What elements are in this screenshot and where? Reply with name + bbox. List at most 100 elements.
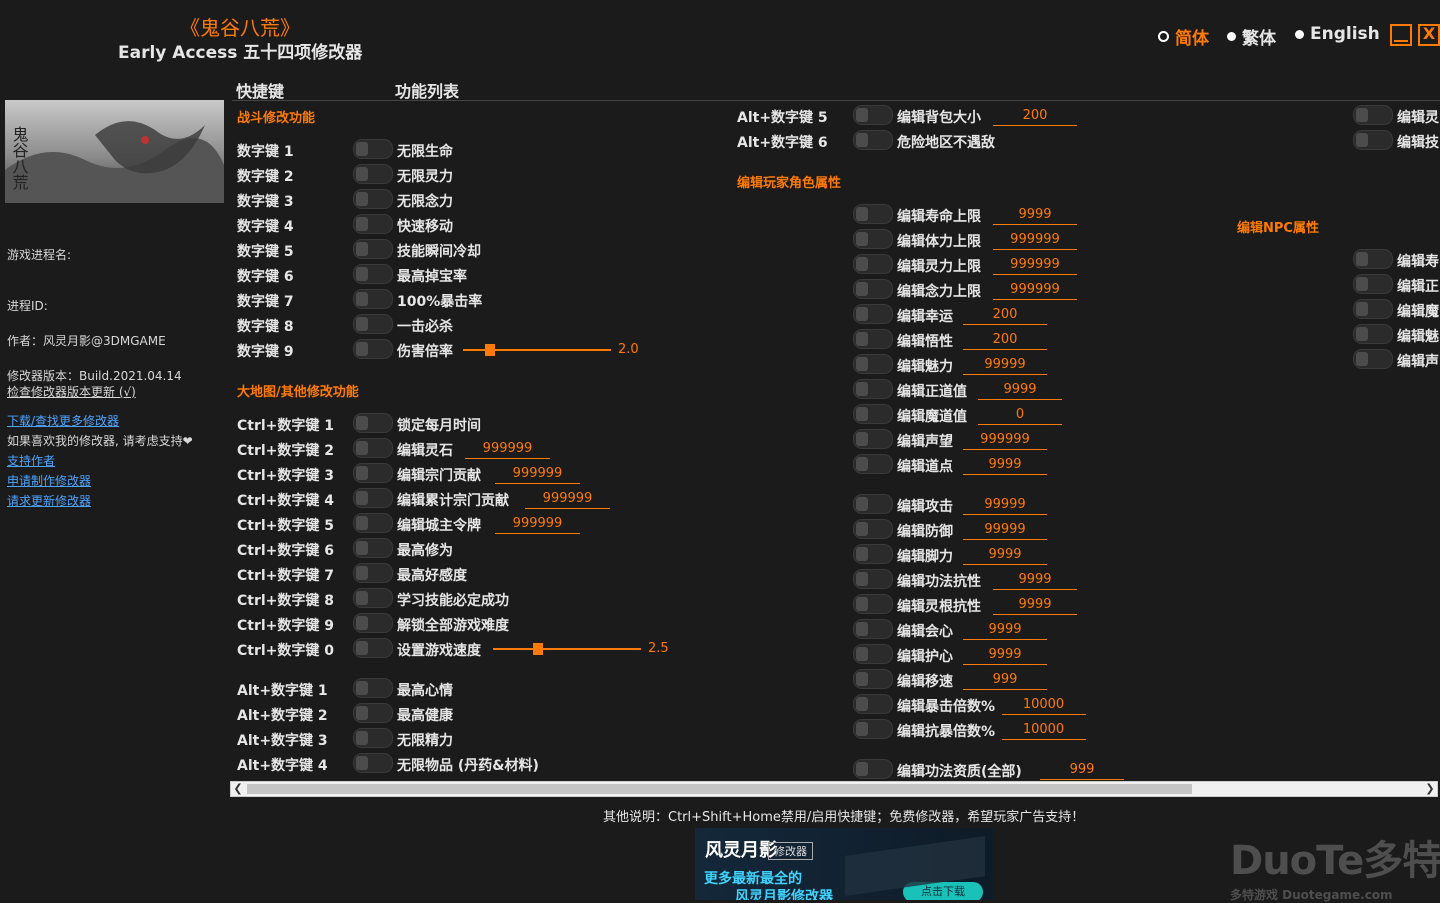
toggle-switch[interactable] — [853, 329, 893, 349]
toggle-switch[interactable] — [1353, 274, 1393, 294]
toggle-switch[interactable] — [853, 429, 893, 449]
toggle-switch[interactable] — [353, 538, 393, 558]
slider-knob[interactable] — [485, 344, 495, 356]
horizontal-scrollbar[interactable]: ❮ ❯ — [230, 781, 1438, 797]
hotkey-label: 数字键 9 — [237, 344, 294, 360]
toggle-switch[interactable] — [853, 719, 893, 739]
value-input[interactable]: 999999 — [465, 441, 550, 459]
toggle-switch[interactable] — [1353, 130, 1393, 150]
toggle-switch[interactable] — [853, 404, 893, 424]
value-input[interactable]: 9999 — [963, 647, 1047, 665]
scrollbar-thumb[interactable] — [247, 784, 1192, 794]
toggle-switch[interactable] — [853, 544, 893, 564]
request-update-link[interactable]: 请求更新修改器 — [7, 492, 91, 509]
value-input[interactable]: 9999 — [993, 207, 1077, 225]
request-make-link[interactable]: 申请制作修改器 — [7, 472, 91, 489]
toggle-switch[interactable] — [353, 339, 393, 359]
toggle-switch[interactable] — [353, 139, 393, 159]
value-input[interactable]: 999999 — [525, 491, 610, 509]
value-input[interactable]: 99999 — [963, 357, 1047, 375]
value-input[interactable]: 200 — [963, 307, 1047, 325]
value-input[interactable]: 99999 — [963, 522, 1047, 540]
toggle-switch[interactable] — [353, 563, 393, 583]
toggle-switch[interactable] — [853, 130, 893, 150]
toggle-switch[interactable] — [353, 703, 393, 723]
toggle-switch[interactable] — [853, 354, 893, 374]
toggle-switch[interactable] — [853, 454, 893, 474]
toggle-switch[interactable] — [853, 759, 893, 779]
toggle-switch[interactable] — [353, 488, 393, 508]
value-input[interactable]: 10000 — [1001, 697, 1086, 715]
slider-track[interactable] — [493, 648, 641, 650]
toggle-switch[interactable] — [853, 669, 893, 689]
lang-traditional[interactable]: 繁体 — [1227, 24, 1276, 49]
toggle-switch[interactable] — [353, 189, 393, 209]
toggle-switch[interactable] — [353, 613, 393, 633]
toggle-switch[interactable] — [853, 494, 893, 514]
value-input[interactable]: 999999 — [993, 257, 1077, 275]
value-input[interactable]: 200 — [963, 332, 1047, 350]
value-input[interactable]: 9999 — [993, 572, 1077, 590]
value-input[interactable]: 999 — [963, 672, 1047, 690]
toggle-switch[interactable] — [853, 519, 893, 539]
close-button[interactable]: X — [1418, 24, 1440, 46]
toggle-switch[interactable] — [353, 289, 393, 309]
value-input[interactable]: 0 — [978, 407, 1062, 425]
toggle-switch[interactable] — [853, 229, 893, 249]
value-input[interactable]: 999999 — [963, 432, 1047, 450]
toggle-switch[interactable] — [353, 413, 393, 433]
toggle-switch[interactable] — [353, 638, 393, 658]
toggle-switch[interactable] — [1353, 105, 1393, 125]
toggle-switch[interactable] — [853, 105, 893, 125]
scroll-right-icon[interactable]: ❯ — [1423, 782, 1437, 796]
toggle-switch[interactable] — [353, 678, 393, 698]
toggle-switch[interactable] — [853, 594, 893, 614]
value-input[interactable]: 999999 — [993, 232, 1077, 250]
value-input[interactable]: 999999 — [495, 516, 580, 534]
value-input[interactable]: 9999 — [963, 457, 1047, 475]
toggle-switch[interactable] — [853, 304, 893, 324]
toggle-switch[interactable] — [353, 164, 393, 184]
ad-banner[interactable]: 风灵月影 修改器 更多最新最全的 风灵月影修改器 点击下载 — [695, 828, 993, 900]
toggle-switch[interactable] — [353, 264, 393, 284]
toggle-switch[interactable] — [853, 279, 893, 299]
value-input[interactable]: 10000 — [1001, 722, 1086, 740]
toggle-switch[interactable] — [353, 438, 393, 458]
value-input[interactable]: 9999 — [993, 597, 1077, 615]
value-input[interactable]: 99999 — [963, 497, 1047, 515]
toggle-switch[interactable] — [853, 254, 893, 274]
lang-simplified[interactable]: 简体 — [1158, 24, 1209, 49]
toggle-switch[interactable] — [353, 753, 393, 773]
toggle-switch[interactable] — [853, 204, 893, 224]
value-input[interactable]: 9999 — [978, 382, 1062, 400]
value-input[interactable]: 9999 — [963, 622, 1047, 640]
toggle-switch[interactable] — [1353, 249, 1393, 269]
toggle-switch[interactable] — [1353, 324, 1393, 344]
value-input[interactable]: 999999 — [993, 282, 1077, 300]
toggle-switch[interactable] — [853, 379, 893, 399]
toggle-switch[interactable] — [353, 314, 393, 334]
toggle-switch[interactable] — [353, 728, 393, 748]
toggle-switch[interactable] — [853, 569, 893, 589]
value-input[interactable]: 200 — [993, 108, 1077, 126]
toggle-switch[interactable] — [353, 239, 393, 259]
scroll-left-icon[interactable]: ❮ — [231, 782, 245, 796]
slider-knob[interactable] — [533, 643, 543, 655]
toggle-switch[interactable] — [353, 588, 393, 608]
toggle-switch[interactable] — [1353, 299, 1393, 319]
lang-english[interactable]: English — [1295, 24, 1380, 44]
value-input[interactable]: 999999 — [495, 466, 580, 484]
support-author-link[interactable]: 支持作者 — [7, 452, 55, 469]
check-update-link[interactable]: 检查修改器版本更新 (√) — [7, 383, 136, 400]
toggle-switch[interactable] — [353, 513, 393, 533]
value-input[interactable]: 9999 — [963, 547, 1047, 565]
toggle-switch[interactable] — [1353, 349, 1393, 369]
minimize-button[interactable] — [1390, 24, 1412, 46]
value-input[interactable]: 999 — [1040, 762, 1124, 780]
toggle-switch[interactable] — [353, 463, 393, 483]
toggle-switch[interactable] — [853, 694, 893, 714]
toggle-switch[interactable] — [853, 619, 893, 639]
toggle-switch[interactable] — [853, 644, 893, 664]
toggle-switch[interactable] — [353, 214, 393, 234]
download-more-link[interactable]: 下载/查找更多修改器 — [7, 412, 119, 429]
